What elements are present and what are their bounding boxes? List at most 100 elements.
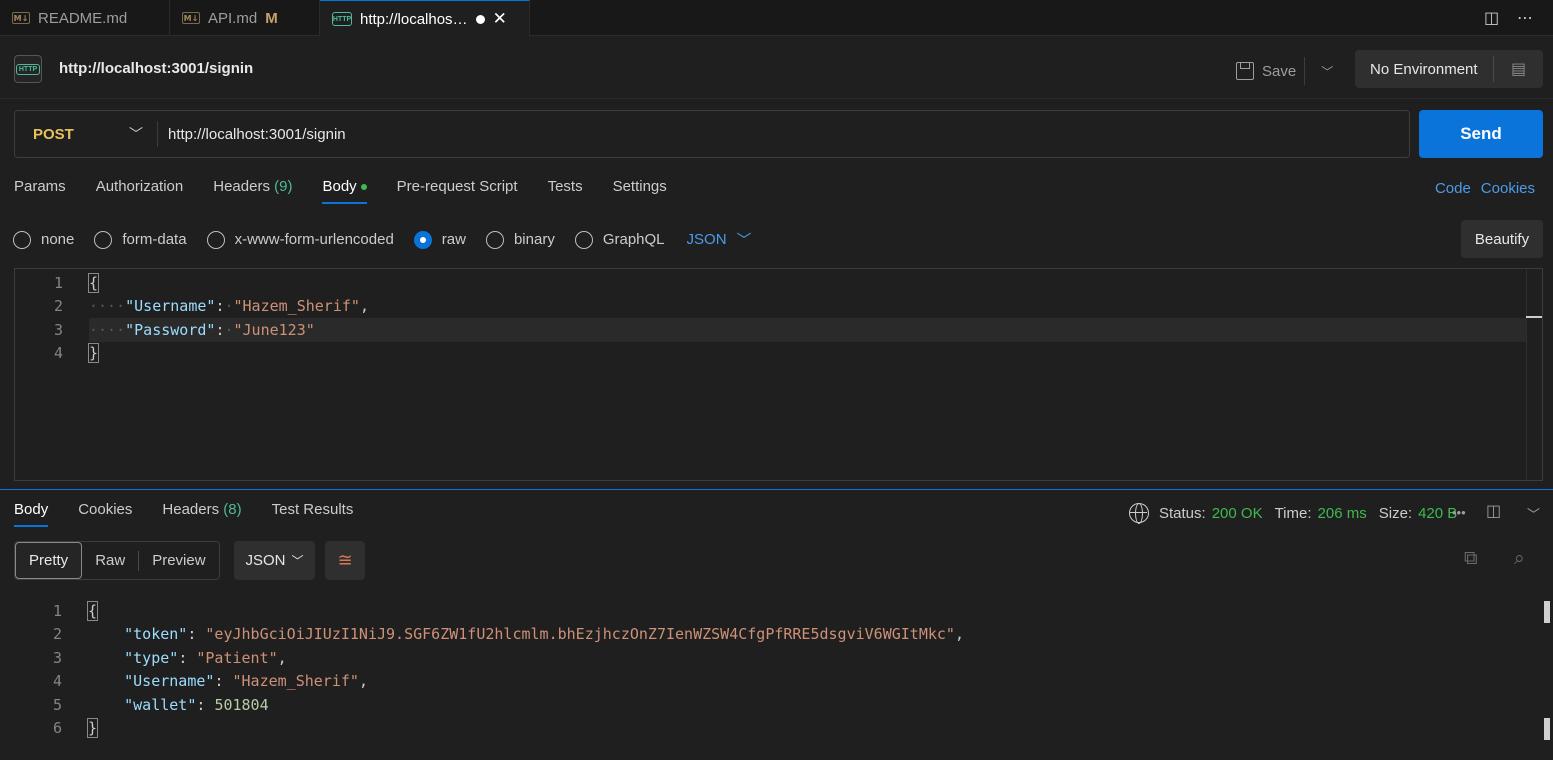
- body-type-raw[interactable]: raw: [413, 230, 466, 249]
- code-line: 4 }: [15, 342, 100, 366]
- radio-label: form-data: [122, 231, 187, 248]
- tab-api-md[interactable]: M↓ API.md M: [170, 0, 320, 36]
- response-body-viewer[interactable]: 1 { 2 "token": "eyJhbGciOiJIUzI1NiJ9.SGF…: [14, 599, 1550, 749]
- code-line: 3 "type": "Patient",: [14, 646, 287, 670]
- json-string: "eyJhbGciOiJIUzI1NiJ9.SGF6ZW1fU2hlcmlm.b…: [205, 625, 955, 644]
- tab-authorization[interactable]: Authorization: [96, 178, 184, 204]
- json-brace: }: [87, 343, 100, 364]
- headers-count: (9): [274, 178, 293, 195]
- radio-button[interactable]: [206, 230, 225, 249]
- wrap-lines-button[interactable]: ≅: [325, 541, 365, 580]
- tab-pre-request-script[interactable]: Pre-request Script: [397, 178, 518, 204]
- headers-count: (8): [223, 501, 242, 518]
- radio-button[interactable]: [94, 230, 113, 249]
- url-input[interactable]: [158, 111, 1409, 157]
- view-raw[interactable]: Raw: [82, 542, 138, 579]
- chevron-down-icon[interactable]: ﹀: [1527, 504, 1540, 523]
- json-key: "Username": [124, 672, 215, 691]
- request-body-editor[interactable]: 1 { 2 ····"Username":·"Hazem_Sherif", 3 …: [14, 268, 1543, 481]
- tab-response-headers[interactable]: Headers (8): [162, 501, 241, 527]
- tab-settings[interactable]: Settings: [613, 178, 667, 204]
- time-value[interactable]: 206 ms: [1318, 505, 1367, 522]
- size-label: Size:: [1378, 504, 1413, 522]
- method-selector[interactable]: POST ﹀: [15, 124, 157, 144]
- modified-badge: M: [265, 9, 278, 27]
- line-number: 6: [52, 719, 62, 738]
- view-preview[interactable]: Preview: [139, 542, 218, 579]
- copy-icon[interactable]: ⧉: [1464, 548, 1478, 570]
- pane-splitter[interactable]: [0, 489, 1553, 490]
- code-line: 2 ····"Username":·"Hazem_Sherif",: [15, 295, 369, 319]
- globe-icon[interactable]: [1129, 503, 1149, 524]
- radio-label: none: [41, 231, 75, 248]
- status-value[interactable]: 200 OK: [1212, 505, 1263, 522]
- body-type-binary[interactable]: binary: [485, 230, 555, 249]
- tab-body[interactable]: Body: [322, 178, 367, 204]
- radio-label: raw: [441, 231, 466, 248]
- save-group: Save ﹀: [1236, 57, 1341, 85]
- tab-headers-label: Headers: [213, 178, 270, 195]
- tab-test-results[interactable]: Test Results: [272, 501, 354, 527]
- cursor-marker: [1526, 316, 1542, 318]
- code-line: 3 ····"Password":·"June123": [15, 318, 315, 342]
- scrollbar-thumb[interactable]: [1544, 601, 1550, 623]
- scrollbar-thumb[interactable]: [1544, 718, 1550, 740]
- json-brace: {: [87, 272, 100, 293]
- editor-scrollbar[interactable]: [1526, 269, 1542, 480]
- tab-tests[interactable]: Tests: [548, 178, 583, 204]
- save-icon: [1236, 62, 1254, 80]
- more-options-icon[interactable]: •••: [1452, 505, 1466, 520]
- tab-label: http://localhos…: [360, 10, 468, 28]
- environment-label: No Environment: [1370, 60, 1478, 78]
- unsaved-dot-icon: [475, 14, 485, 24]
- request-title[interactable]: http://localhost:3001/signin: [59, 60, 253, 77]
- radio-button[interactable]: [13, 230, 31, 249]
- search-icon[interactable]: ⌕: [1514, 548, 1525, 570]
- radio-button-selected[interactable]: [413, 230, 432, 249]
- layout-toggle-icon[interactable]: ◫: [1486, 501, 1501, 521]
- tab-body-label: Body: [322, 178, 357, 195]
- line-number: 5: [52, 695, 62, 714]
- tab-response-cookies[interactable]: Cookies: [78, 501, 132, 527]
- more-actions-icon[interactable]: ⋯: [1517, 8, 1533, 28]
- save-button[interactable]: Save: [1262, 63, 1296, 80]
- wrap-lines-icon: ≅: [337, 550, 353, 570]
- code-line: 1 {: [15, 271, 100, 295]
- radio-button[interactable]: [485, 230, 504, 249]
- beautify-button[interactable]: Beautify: [1461, 220, 1543, 258]
- body-type-graphql[interactable]: GraphQL: [574, 230, 665, 249]
- environment-selector[interactable]: No Environment ▤: [1355, 50, 1543, 88]
- environment-quick-look-icon[interactable]: ▤: [1494, 59, 1543, 79]
- close-icon[interactable]: ✕: [493, 9, 507, 29]
- response-view-mode: Pretty Raw Preview: [14, 541, 220, 580]
- method-label: POST: [33, 125, 74, 143]
- code-link[interactable]: Code: [1435, 180, 1471, 197]
- view-pretty[interactable]: Pretty: [15, 542, 83, 579]
- editor-tab-bar: M↓ README.md M↓ API.md M HTTP http://loc…: [0, 0, 1553, 37]
- tab-response-body[interactable]: Body: [14, 501, 49, 527]
- split-editor-icon[interactable]: ◫: [1484, 8, 1499, 28]
- line-number: 1: [53, 273, 63, 292]
- tab-label: API.md: [208, 9, 258, 27]
- body-type-form-data[interactable]: form-data: [94, 230, 187, 249]
- raw-format-selector[interactable]: JSON ﹀: [687, 229, 752, 250]
- raw-format-label: JSON: [686, 231, 727, 248]
- cookies-link[interactable]: Cookies: [1481, 180, 1535, 197]
- tab-http-request[interactable]: HTTP http://localhos… ✕: [320, 0, 530, 37]
- send-button[interactable]: Send: [1419, 110, 1543, 158]
- code-line: 1 {: [14, 599, 99, 623]
- tab-params[interactable]: Params: [14, 178, 66, 204]
- response-format-selector[interactable]: JSON ﹀: [234, 541, 315, 580]
- line-number: 3: [53, 320, 63, 339]
- code-line: 6 }: [14, 717, 99, 741]
- body-type-urlencoded[interactable]: x-www-form-urlencoded: [206, 230, 394, 249]
- chevron-down-icon[interactable]: ﹀: [1313, 63, 1341, 80]
- tab-headers[interactable]: Headers (9): [213, 178, 292, 204]
- line-number: 2: [52, 625, 62, 644]
- request-header: HTTP http://localhost:3001/signin Save ﹀…: [0, 37, 1553, 99]
- radio-button[interactable]: [574, 230, 593, 249]
- tab-readme[interactable]: M↓ README.md: [0, 0, 170, 36]
- json-key: "Username": [125, 297, 216, 316]
- body-type-none[interactable]: none: [13, 230, 75, 249]
- tab-label: README.md: [38, 9, 128, 27]
